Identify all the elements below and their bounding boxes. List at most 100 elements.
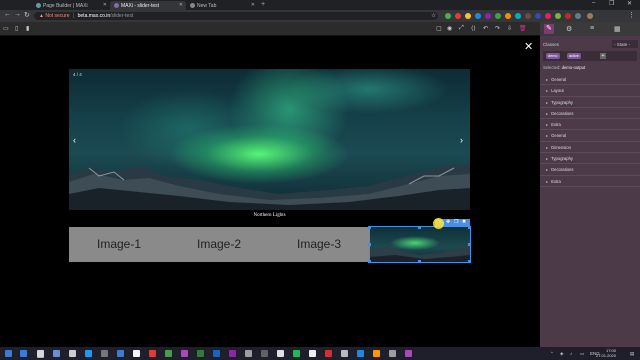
section-general[interactable]: General — [540, 74, 640, 86]
app-icon[interactable] — [165, 350, 172, 357]
resize-handle[interactable] — [468, 226, 471, 229]
url-input[interactable]: ▲ Not secure | beta.max.co.in/slider-tes… — [34, 12, 438, 20]
tray-arrow-icon[interactable]: ⌃ — [550, 351, 554, 357]
close-tab-icon[interactable]: ✕ — [179, 2, 183, 8]
extension-icon[interactable] — [485, 13, 491, 19]
start-icon[interactable] — [5, 350, 12, 357]
extension-icon[interactable] — [495, 13, 501, 19]
app-icon[interactable] — [101, 350, 108, 357]
extension-icon[interactable] — [445, 13, 451, 19]
add-class-button[interactable]: + — [600, 53, 606, 59]
app-icon[interactable] — [133, 350, 140, 357]
app-icon[interactable] — [229, 350, 236, 357]
state-select[interactable]: - State - — [612, 40, 638, 48]
section-extra[interactable]: Extra — [540, 119, 640, 131]
import-icon[interactable]: ⇩ — [507, 25, 512, 32]
spotify-icon[interactable] — [293, 350, 300, 357]
gear-icon[interactable]: ⚙ — [566, 25, 572, 33]
browser-tab-new-tab[interactable]: New Tab ✕ — [186, 1, 258, 10]
app-icon[interactable] — [53, 350, 60, 357]
vscode-icon[interactable] — [357, 350, 364, 357]
fullscreen-icon[interactable]: ⤢ — [459, 25, 464, 32]
app-icon[interactable] — [181, 350, 188, 357]
thumbnail-2[interactable]: Image-2 — [169, 227, 269, 262]
section-decorations[interactable]: Decorations — [540, 108, 640, 120]
trash-icon[interactable]: 🗑 — [519, 25, 527, 32]
thumbnail-3[interactable]: Image-3 — [269, 227, 369, 262]
delete-icon[interactable]: ✖ — [462, 219, 466, 225]
app-icon[interactable] — [389, 350, 396, 357]
extension-icon[interactable] — [565, 13, 571, 19]
section-typography[interactable]: Typography — [540, 97, 640, 108]
app-icon[interactable] — [117, 350, 124, 357]
forward-icon[interactable]: → — [14, 11, 21, 18]
volume-icon[interactable]: ♪ — [570, 351, 572, 356]
brush-icon[interactable]: ✎ — [544, 24, 554, 34]
browser-menu-icon[interactable]: ⋮ — [628, 11, 635, 19]
app-icon[interactable] — [197, 350, 204, 357]
resize-handle[interactable] — [368, 260, 371, 263]
undo-icon[interactable]: ↶ — [483, 25, 488, 32]
close-tab-icon[interactable]: ✕ — [103, 2, 107, 8]
eye-icon[interactable]: ◉ — [447, 25, 452, 32]
app-icon[interactable] — [325, 350, 332, 357]
maximize-icon[interactable]: ❐ — [609, 0, 614, 7]
resize-handle[interactable] — [468, 243, 471, 246]
reload-icon[interactable]: ↻ — [24, 11, 30, 19]
app-icon[interactable] — [149, 350, 156, 357]
app-icon[interactable] — [213, 350, 220, 357]
prev-slide-button[interactable]: ‹ — [73, 135, 76, 145]
code-icon[interactable]: ⟨⟩ — [471, 25, 476, 32]
section-general[interactable]: General — [540, 130, 640, 142]
section-dimension[interactable]: Dimension — [540, 142, 640, 154]
system-clock[interactable]: 17:00 27.01.2020 — [596, 348, 616, 358]
tablet-icon[interactable]: ▯ — [15, 25, 18, 32]
class-tag[interactable]: demo — [546, 53, 560, 59]
resize-handle[interactable] — [418, 260, 421, 263]
section-extra[interactable]: Extra — [540, 176, 640, 187]
extension-icon[interactable] — [475, 13, 481, 19]
app-icon[interactable] — [405, 350, 412, 357]
section-typography[interactable]: Typography — [540, 153, 640, 165]
app-icon[interactable] — [85, 350, 92, 357]
close-tab-icon[interactable]: ✕ — [251, 2, 255, 8]
extension-icon[interactable] — [525, 13, 531, 19]
notifications-icon[interactable]: ▤ — [630, 351, 634, 357]
resize-handle[interactable] — [468, 260, 471, 263]
battery-icon[interactable]: ▭ — [580, 351, 584, 357]
download-icon[interactable] — [20, 350, 27, 357]
thumbnail-1[interactable]: Image-1 — [69, 227, 169, 262]
resize-handle[interactable] — [368, 226, 371, 229]
app-icon[interactable] — [309, 350, 316, 357]
back-icon[interactable]: ← — [4, 11, 11, 18]
extension-icon[interactable] — [505, 13, 511, 19]
extension-icon[interactable] — [535, 13, 541, 19]
thumbnail-4-selected[interactable] — [369, 226, 471, 263]
layers-icon[interactable]: ≡ — [590, 25, 594, 32]
extension-icon[interactable] — [555, 13, 561, 19]
desktop-icon[interactable]: ▭ — [3, 25, 9, 32]
app-icon[interactable] — [261, 350, 268, 357]
browser-tab-page-builder[interactable]: Page Builder | MAXi ✕ — [32, 1, 110, 10]
copy-icon[interactable]: ❐ — [454, 219, 458, 225]
extension-icon[interactable] — [545, 13, 551, 19]
square-icon[interactable]: ▢ — [436, 25, 442, 32]
profile-avatar[interactable] — [587, 13, 593, 19]
browser-tab-slider-test[interactable]: MAXi - slider-test ✕ — [110, 1, 186, 10]
extension-icon[interactable] — [465, 13, 471, 19]
blocks-icon[interactable]: ▦ — [614, 25, 621, 33]
extension-icon[interactable] — [515, 13, 521, 19]
section-decorations[interactable]: Decorations — [540, 164, 640, 176]
bookmark-star-icon[interactable]: ☆ — [431, 12, 436, 19]
class-tag[interactable]: active — [567, 53, 581, 59]
move-icon[interactable]: ✥ — [446, 219, 450, 225]
chrome-icon[interactable] — [37, 350, 44, 357]
next-slide-button[interactable]: › — [460, 135, 463, 145]
app-icon[interactable] — [245, 350, 252, 357]
vlc-icon[interactable] — [373, 350, 380, 357]
redo-icon[interactable]: ↷ — [495, 25, 500, 32]
app-icon[interactable] — [277, 350, 284, 357]
network-icon[interactable]: ◈ — [560, 351, 563, 357]
resize-handle[interactable] — [368, 243, 371, 246]
window-close-icon[interactable]: ✕ — [627, 0, 632, 7]
